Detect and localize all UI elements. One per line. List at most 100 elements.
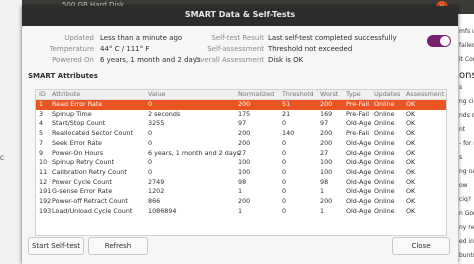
table-row[interactable]: 10 Spinup Retry Count 0 100 0 100 Old-Age Onlin… [36, 158, 446, 168]
background-sidebar-text: C [0, 155, 5, 162]
column-header[interactable]: Assessment [406, 90, 444, 99]
table-cell: Online [374, 138, 395, 147]
table-cell: Old-Age [346, 206, 372, 215]
column-header[interactable]: Value [148, 90, 166, 99]
table-cell: 866 [148, 197, 161, 205]
table-cell: 51 [282, 100, 291, 108]
column-header[interactable]: Attribute [52, 90, 80, 99]
table-cell: Pre-Fail [346, 109, 370, 118]
background-sidebar: C [0, 0, 22, 264]
table-cell: 27 [320, 148, 329, 157]
table-cell: 98 [238, 177, 247, 186]
refresh-button[interactable]: Refresh [88, 237, 148, 255]
table-cell: 191 [39, 187, 52, 196]
column-header[interactable]: Threshold [282, 90, 314, 99]
table-row[interactable]: 3 Spinup Time 2 seconds 175 21 169 Pre-Fail Onl… [36, 110, 446, 120]
table-cell: Online [374, 148, 395, 157]
section-title: SMART Attributes [28, 72, 98, 80]
background-text: nt [459, 126, 466, 133]
table-row[interactable]: 1 Read Error Rate 0 200 51 200 Pre-Fail Online O… [36, 100, 446, 110]
background-text: mfs u [459, 28, 474, 35]
table-cell: 10 [39, 158, 48, 167]
column-header[interactable]: Type [346, 90, 361, 99]
table-cell: 1 [39, 100, 44, 108]
table-cell: 1 [238, 206, 243, 215]
table-cell: Online [374, 158, 395, 167]
table-cell: 0 [282, 187, 287, 196]
table-cell: Old-Age [346, 167, 372, 176]
info-label: Powered On [52, 56, 94, 64]
table-row[interactable]: 11 Calibration Retry Count 0 100 0 100 Old-Age… [36, 168, 446, 178]
table-cell: 200 [238, 129, 251, 138]
table-cell: Online [374, 129, 395, 138]
table-cell: Old-Age [346, 197, 372, 205]
table-cell: Load/Unload Cycle Count [52, 206, 133, 215]
column-header[interactable]: Updates [374, 90, 400, 99]
table-cell: Old-Age [346, 148, 372, 157]
table-row[interactable]: 191 G-sense Error Rate 1202 1 0 1 Old-Age Onlin… [36, 187, 446, 197]
info-value: Threshold not exceeded [268, 45, 353, 53]
table-cell: 9 [39, 148, 44, 157]
table-cell: 1 [320, 187, 325, 196]
table-cell: Old-Age [346, 187, 372, 196]
table-cell: 97 [320, 119, 329, 128]
background-text: ed in L [459, 238, 474, 245]
table-cell: 100 [320, 158, 333, 167]
table-cell: OK [406, 109, 416, 118]
table-cell: OK [406, 177, 416, 186]
info-label: Updated [64, 34, 94, 42]
table-cell: 3255 [148, 119, 165, 128]
info-label: Self-test Result [211, 34, 264, 42]
column-header[interactable]: Normalized [238, 90, 274, 99]
table-cell: Old-Age [346, 119, 372, 128]
background-text: s [459, 84, 463, 91]
table-cell: OK [406, 138, 416, 147]
background-text: s [459, 154, 463, 161]
background-text: ny new [459, 224, 474, 231]
info-value: Last self-test completed successfully [268, 34, 397, 42]
table-cell: 0 [148, 158, 153, 167]
column-header[interactable]: ID [39, 90, 46, 99]
table-cell: 27 [238, 148, 247, 157]
table-cell: 1202 [148, 187, 165, 196]
column-header[interactable]: Worst [320, 90, 338, 99]
table-cell: 175 [238, 109, 251, 118]
table-row[interactable]: 193 Load/Unload Cycle Count 1086894 1 0 1 Old-… [36, 207, 446, 217]
smart-attributes-table[interactable]: ID Attribute Value Normalized Threshold Worst… [35, 89, 447, 236]
table-cell: 192 [39, 197, 52, 205]
table-cell: OK [406, 187, 416, 196]
table-cell: 0 [148, 138, 153, 147]
table-row[interactable]: 12 Power Cycle Count 2749 98 0 98 Old-Age Onlin… [36, 178, 446, 188]
table-cell: 200 [320, 138, 333, 147]
smart-dialog: SMART Data & Self-Tests Updated Less than… [22, 6, 458, 264]
table-cell: 200 [238, 100, 251, 108]
table-cell: 2 seconds [148, 109, 181, 118]
table-cell: OK [406, 148, 416, 157]
table-row[interactable]: 9 Power-On Hours 6 years, 1 month and 2 da… [36, 149, 446, 159]
table-cell: Spinup Time [52, 109, 92, 118]
table-cell: 0 [282, 148, 287, 157]
table-row[interactable]: 4 Start/Stop Count 3255 97 0 97 Old-Age Online O… [36, 119, 446, 129]
table-cell: OK [406, 100, 416, 108]
background-text: n Gorg [459, 210, 474, 217]
table-cell: 2749 [148, 177, 165, 186]
dialog-title: SMART Data & Self-Tests [184, 10, 296, 19]
table-cell: 0 [282, 158, 287, 167]
table-cell: OK [406, 197, 416, 205]
table-cell: 7 [39, 138, 44, 147]
background-text: nds ch [459, 112, 474, 119]
table-cell: 0 [282, 177, 287, 186]
smart-enable-toggle[interactable] [427, 35, 451, 47]
background-text: buntu [459, 252, 474, 259]
table-header: ID Attribute Value Normalized Threshold Worst… [36, 90, 446, 100]
table-row[interactable]: 192 Power-off Retract Count 866 200 0 200 Old-… [36, 197, 446, 207]
close-button[interactable]: Close [392, 237, 450, 255]
table-cell: Online [374, 167, 395, 176]
table-row[interactable]: 5 Reallocated Sector Count 0 200 140 200 Pre-F… [36, 129, 446, 139]
table-cell: Online [374, 197, 395, 205]
start-self-test-button[interactable]: Start Self-test [28, 237, 84, 255]
table-cell: 21 [282, 109, 291, 118]
info-label: Self-assessment [207, 45, 264, 53]
table-row[interactable]: 7 Seek Error Rate 0 200 0 200 Old-Age Online OK [36, 139, 446, 149]
table-cell: Online [374, 109, 395, 118]
